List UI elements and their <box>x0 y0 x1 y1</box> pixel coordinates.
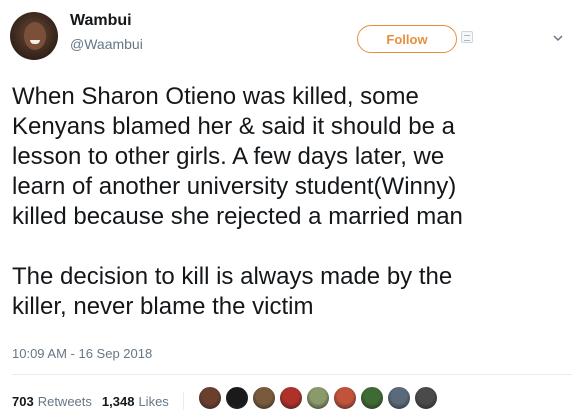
liker-avatar[interactable] <box>414 386 438 410</box>
retweets-label: Retweets <box>37 393 92 409</box>
liker-avatar[interactable] <box>333 386 357 410</box>
liker-avatars <box>198 386 441 410</box>
liker-avatar[interactable] <box>387 386 411 410</box>
likes-count: 1,348 <box>101 393 135 409</box>
retweets-stat[interactable]: 703 Retweets <box>12 394 92 409</box>
user-handle[interactable]: @Waambui <box>70 36 143 52</box>
liker-avatar[interactable] <box>306 386 330 410</box>
avatar[interactable] <box>10 12 58 60</box>
liker-avatar[interactable] <box>198 386 222 410</box>
chevron-down-icon[interactable] <box>552 32 564 44</box>
person-plus-icon <box>461 31 473 43</box>
liker-avatar[interactable] <box>252 386 276 410</box>
follow-button[interactable]: Follow <box>357 25 457 53</box>
retweets-count: 703 <box>12 393 34 409</box>
tweet-paragraph: The decision to kill is always made by t… <box>12 263 453 320</box>
tweet-stats: 703 Retweets 1,348 Likes <box>12 392 196 410</box>
tweet-text: When Sharon Otieno was killed, some Keny… <box>12 82 572 322</box>
tweet-paragraph: When Sharon Otieno was killed, some Keny… <box>12 83 463 230</box>
user-name[interactable]: Wambui <box>70 12 132 30</box>
tweet-header: Wambui @Waambui Follow <box>0 0 584 70</box>
tweet-timestamp[interactable]: 10:09 AM - 16 Sep 2018 <box>12 346 152 361</box>
likes-label: Likes <box>138 393 169 409</box>
liker-avatar[interactable] <box>225 386 249 410</box>
divider <box>182 392 184 410</box>
liker-avatar[interactable] <box>360 386 384 410</box>
divider <box>12 374 572 375</box>
liker-avatar[interactable] <box>279 386 303 410</box>
likes-stat[interactable]: 1,348 Likes <box>102 394 169 409</box>
avatar-face <box>24 22 46 50</box>
